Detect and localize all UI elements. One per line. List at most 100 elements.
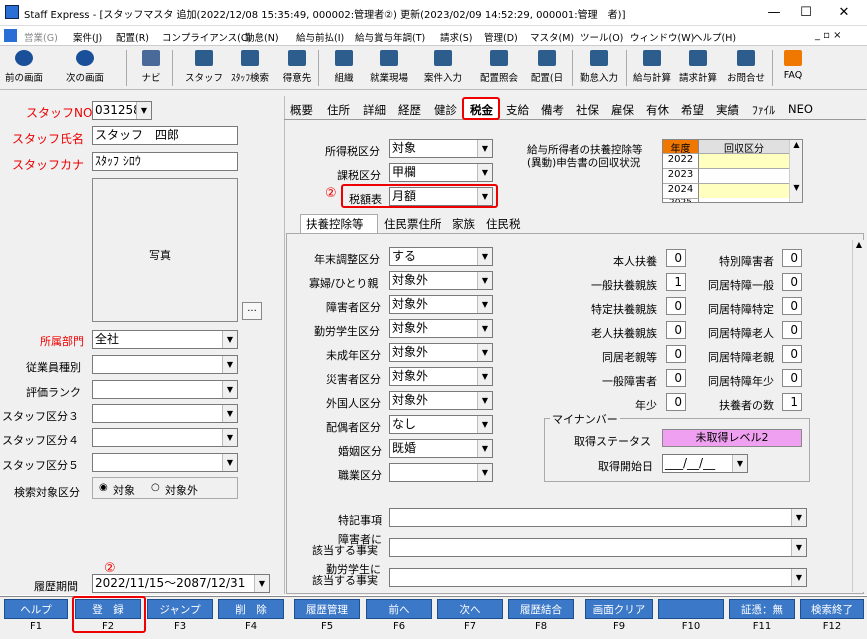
dept-select[interactable]: 全社 ▼ xyxy=(92,330,238,349)
count-box[interactable]: 0 xyxy=(782,249,802,267)
menu-item[interactable]: ヘルプ(H) xyxy=(693,30,736,44)
customer-button[interactable]: 得意先 xyxy=(279,48,315,88)
menu-item[interactable]: 配置(R) xyxy=(116,30,149,44)
tab-notes[interactable]: 備考 xyxy=(541,102,564,118)
placement-inquiry-button[interactable]: 配置照会 xyxy=(476,48,522,88)
collect-cell[interactable] xyxy=(699,183,789,198)
tab-paid-leave[interactable]: 有休 xyxy=(646,102,669,118)
radio-empty-icon[interactable]: ○ xyxy=(151,482,160,493)
count-box[interactable]: 0 xyxy=(666,345,686,363)
count-box[interactable]: 0 xyxy=(782,273,802,291)
scroll-down-icon[interactable]: ▼ xyxy=(790,183,802,192)
navi-button[interactable]: ナビ xyxy=(134,48,168,88)
clear-screen-button[interactable]: 画面クリア xyxy=(585,599,653,619)
tax-class-select[interactable]: 甲欄 ▼ xyxy=(389,163,493,182)
menu-item[interactable]: 給与前払(I) xyxy=(296,30,344,44)
help-button[interactable]: ヘルプ xyxy=(4,599,68,619)
start-date-input[interactable]: ___/__/__ ▼ xyxy=(662,454,748,473)
maximize-button[interactable]: ☐ xyxy=(792,2,820,24)
collect-cell[interactable] xyxy=(699,153,789,168)
menu-item[interactable]: ウィンドウ(W) xyxy=(630,30,694,44)
panel-scrollbar[interactable]: ▲ xyxy=(852,240,865,592)
billing-button[interactable]: 請求計算 xyxy=(676,48,720,88)
count-box[interactable]: 1 xyxy=(782,393,802,411)
evidence-button[interactable]: 証憑：無 xyxy=(729,599,795,619)
scroll-up-icon[interactable]: ▲ xyxy=(790,140,802,149)
fuyo-select[interactable]: なし ▼ xyxy=(389,415,493,434)
fuyo-select[interactable]: ▼ xyxy=(389,463,493,482)
scroll-up-icon[interactable]: ▲ xyxy=(853,240,865,249)
cat3-select[interactable]: ▼ xyxy=(92,404,238,423)
photo-browse-button[interactable]: ... xyxy=(242,302,262,320)
subtab-resident-address[interactable]: 住民票住所 xyxy=(384,216,442,232)
f10-button[interactable] xyxy=(658,599,724,619)
prev-button[interactable]: 前へ xyxy=(366,599,432,619)
count-box[interactable]: 0 xyxy=(666,249,686,267)
staff-button[interactable]: スタッフ xyxy=(184,48,224,88)
next-button[interactable]: 次へ xyxy=(437,599,503,619)
history-button[interactable]: 履歴管理 xyxy=(294,599,360,619)
count-box[interactable]: 0 xyxy=(666,393,686,411)
tab-results[interactable]: 実績 xyxy=(716,102,739,118)
rank-select[interactable]: ▼ xyxy=(92,380,238,399)
radio-selected-icon[interactable]: ◉ xyxy=(99,482,108,493)
count-box[interactable]: 0 xyxy=(782,369,802,387)
subtab-dependents[interactable]: 扶養控除等 xyxy=(306,216,364,232)
case-entry-button[interactable]: 案件入力 xyxy=(420,48,466,88)
fuyo-select[interactable]: 対象外 ▼ xyxy=(389,271,493,290)
menu-item[interactable]: 管理(D) xyxy=(484,30,518,44)
menu-item[interactable]: マスタ(M) xyxy=(530,30,574,44)
minimize-button[interactable]: — xyxy=(760,2,788,24)
tab-health[interactable]: 健診 xyxy=(434,102,457,118)
tab-files[interactable]: ﾌｧｲﾙ xyxy=(752,102,775,118)
tab-wishes[interactable]: 希望 xyxy=(681,102,704,118)
fuyo-select[interactable]: 既婚 ▼ xyxy=(389,439,493,458)
count-box[interactable]: 0 xyxy=(666,297,686,315)
exit-search-button[interactable]: 検索終了 xyxy=(800,599,864,619)
tab-career[interactable]: 経歴 xyxy=(398,102,421,118)
tab-address[interactable]: 住所 xyxy=(327,102,350,118)
tab-neo[interactable]: NEO xyxy=(788,102,813,116)
notes-select[interactable]: ▼ xyxy=(389,508,807,527)
tab-payment[interactable]: 支給 xyxy=(506,102,529,118)
income-tax-select[interactable]: 対象 ▼ xyxy=(389,139,493,158)
fuyo-select[interactable]: 対象外 ▼ xyxy=(389,319,493,338)
tab-tax[interactable]: 税金 xyxy=(470,102,493,118)
register-button[interactable]: 登 録 xyxy=(75,599,141,619)
subtab-resident-tax[interactable]: 住民税 xyxy=(486,216,521,232)
close-button[interactable]: ✕ xyxy=(830,2,858,24)
placement-daily-button[interactable]: 配置(日 xyxy=(526,48,568,88)
fuyo-select[interactable]: 対象外 ▼ xyxy=(389,295,493,314)
cat5-select[interactable]: ▼ xyxy=(92,453,238,472)
subtab-family[interactable]: 家族 xyxy=(452,216,475,232)
delete-button[interactable]: 削 除 xyxy=(218,599,284,619)
history-merge-button[interactable]: 履歴結合 xyxy=(508,599,574,619)
tax-table-select[interactable]: 月額 ▼ xyxy=(389,187,493,206)
menu-item[interactable]: 営業(G) xyxy=(24,30,58,44)
worksite-button[interactable]: 就業現場 xyxy=(366,48,412,88)
tab-detail[interactable]: 詳細 xyxy=(363,102,386,118)
period-select[interactable]: 2022/11/15～2087/12/31 ▼ xyxy=(92,574,270,593)
student-fact-select[interactable]: ▼ xyxy=(389,568,807,587)
count-box[interactable]: 1 xyxy=(666,273,686,291)
fuyo-select[interactable]: 対象外 ▼ xyxy=(389,367,493,386)
cat4-select[interactable]: ▼ xyxy=(92,428,238,447)
faq-button[interactable]: FAQ xyxy=(778,48,808,88)
staff-no-select[interactable]: 031258 ▼ xyxy=(92,101,152,120)
staff-search-button[interactable]: ｽﾀｯﾌ検索 xyxy=(228,48,272,88)
table-scrollbar[interactable]: ▲ ▼ xyxy=(789,140,802,202)
tab-employment-insurance[interactable]: 雇保 xyxy=(611,102,634,118)
menu-item[interactable]: 案件(J) xyxy=(73,30,102,44)
attendance-entry-button[interactable]: 勤怠入力 xyxy=(576,48,622,88)
mdi-controls[interactable]: _ ▫ × xyxy=(815,30,842,41)
menu-item[interactable]: 請求(S) xyxy=(440,30,472,44)
menu-item[interactable]: ツール(O) xyxy=(580,30,623,44)
staff-kana-input[interactable]: ｽﾀｯﾌ ｼﾛｳ xyxy=(92,152,238,171)
emp-type-select[interactable]: ▼ xyxy=(92,355,238,374)
jump-button[interactable]: ジャンプ xyxy=(147,599,213,619)
organization-button[interactable]: 組織 xyxy=(328,48,360,88)
count-box[interactable]: 0 xyxy=(782,297,802,315)
payroll-button[interactable]: 給与計算 xyxy=(630,48,674,88)
disabled-fact-select[interactable]: ▼ xyxy=(389,538,807,557)
count-box[interactable]: 0 xyxy=(666,321,686,339)
